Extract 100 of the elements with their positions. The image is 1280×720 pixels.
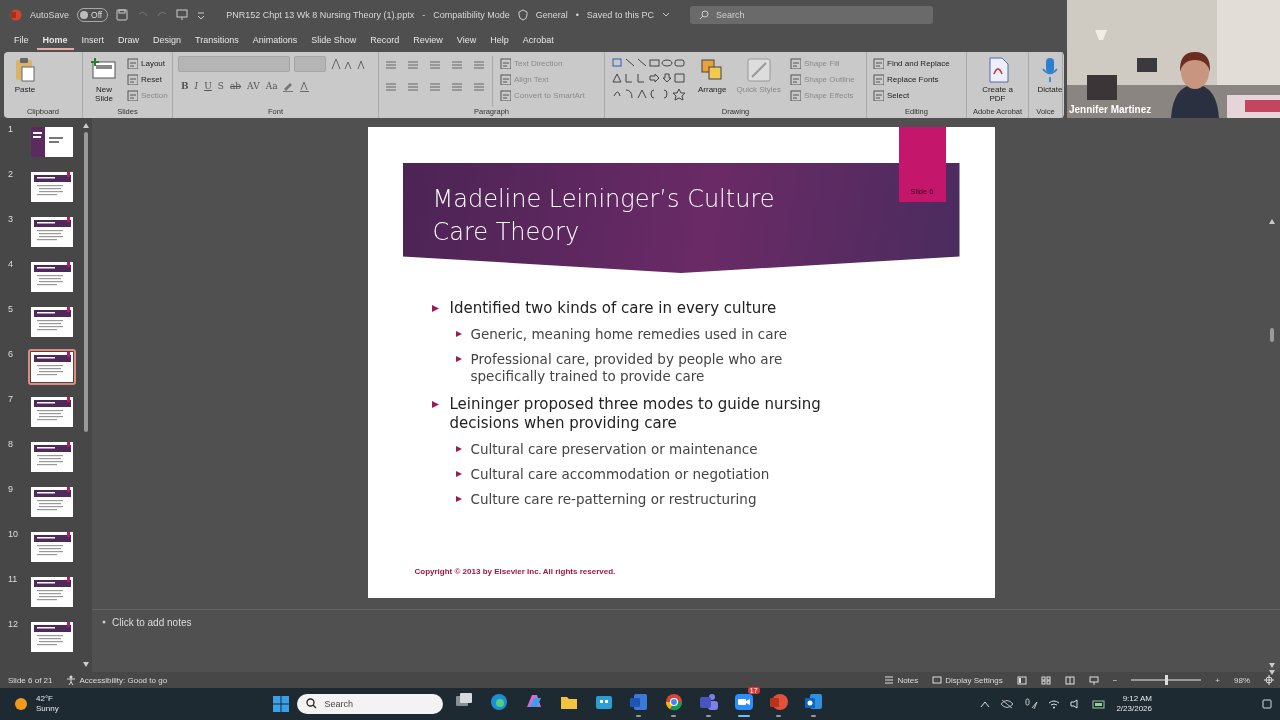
ribbon-button[interactable]: Create a PDF [972,56,1023,107]
menu-tab[interactable]: Home [36,32,74,50]
format-button[interactable]: U [201,81,215,91]
start-icon[interactable] [271,695,290,713]
menu-tab[interactable]: Slide Show [305,32,363,50]
slide-number: 4 [8,259,14,269]
tool-icon [126,73,138,85]
sub-bullet-text: Culture care re-patterning or restructuring [470,491,758,508]
tool-icon [126,57,138,69]
wifi-icon[interactable] [1048,699,1061,709]
sub-bullet-text: Professional care, provided by people who are specifically trained to provide care [470,351,784,385]
app-icon[interactable] [732,691,755,713]
ribbon-button[interactable]: Dictate [1034,56,1066,107]
menu-tab[interactable]: Help [484,32,515,50]
tool-icon [499,57,511,69]
clock-time[interactable]: 9:12 AM [1122,694,1152,704]
bullet-icon [430,304,440,313]
format-button[interactable]: AV [244,81,263,91]
slide-thumbnail[interactable] [28,214,76,250]
zoom-out-button[interactable]: − [1112,675,1118,685]
slide-thumbnail[interactable] [28,394,76,430]
slide-count: Slide 6 of 21 [8,675,53,685]
chevron-up-icon[interactable] [980,700,991,708]
scrollbar[interactable] [83,122,89,668]
slide-thumbnail[interactable] [28,484,76,520]
ribbon-button[interactable]: Select [872,88,950,102]
menu-tab[interactable]: Draw [112,32,146,50]
eye-off-icon[interactable] [1000,699,1015,709]
display-settings-button[interactable]: Display Settings [932,675,1003,685]
ribbon-button[interactable]: Paste [9,56,41,107]
zoom-level[interactable]: 98% [1234,675,1250,685]
zoom-in-button[interactable]: + [1215,675,1220,685]
presenter-icon[interactable] [176,9,189,21]
slide-number: 5 [8,304,14,314]
menu-tab[interactable]: View [450,32,483,50]
menu-tab[interactable]: Design [147,32,188,50]
slide-thumbnail[interactable] [28,619,76,655]
tool-icon [788,89,801,101]
search-field[interactable]: Search [689,6,933,24]
slide-thumbnail[interactable] [28,169,76,205]
bullet-icon [454,330,463,338]
grid-view-icon[interactable] [1040,675,1051,685]
format-button[interactable]: B [178,81,192,91]
customize-icon[interactable] [196,9,207,21]
notification-icon[interactable] [1262,699,1272,709]
bullet-text: Leininger proposed three modes to guide nursing decisions when providing care [449,395,822,433]
sub-bullet-text: Cultural care preservation or maintenance [470,441,759,458]
tool-icon [788,57,801,69]
save-icon[interactable] [116,9,129,21]
menu-tab[interactable]: Review [407,32,449,50]
format-button[interactable]: Aa [262,81,281,91]
book-view-icon[interactable] [1064,675,1075,685]
ribbon-button[interactable]: Reset [126,72,168,86]
menu-tab[interactable]: Transitions [189,32,245,50]
slide-thumbnail[interactable] [28,574,76,610]
temperature: 42°F [36,694,54,704]
slideshow-icon[interactable] [1088,675,1099,685]
ribbon-button[interactable]: Replace Fonts [872,72,950,86]
app-logo-icon [10,9,22,21]
ribbon-button[interactable]: New Slide [88,56,120,107]
font-size-field[interactable] [294,56,326,72]
notes-button[interactable]: Notes [884,675,919,685]
slide-thumbnail[interactable] [28,349,76,385]
menu-tab[interactable]: Animations [246,32,304,50]
sensitivity-label[interactable]: General [535,10,568,20]
ribbon-button[interactable]: Arrange [696,56,729,107]
format-button[interactable]: I [191,81,202,91]
taskbar-search-field[interactable]: Search [296,694,443,714]
fit-slide-icon[interactable] [1264,675,1274,685]
chevron-icon [661,11,670,19]
slide-thumbnail[interactable] [28,124,76,160]
tool-icon [872,73,884,85]
menu-tab[interactable]: Acrobat [516,32,560,50]
menu-tab[interactable]: Insert [75,32,111,50]
normal-view-icon[interactable] [1016,675,1027,685]
menu-tab[interactable]: File [8,32,35,50]
mic-icon[interactable] [1024,698,1039,710]
battery-icon[interactable] [1092,699,1107,709]
format-button[interactable]: ab [226,81,245,91]
notes-field[interactable]: Click to add notes [112,616,192,628]
bullet-icon [454,445,463,453]
slide-number: 9 [8,484,14,494]
accessibility-button[interactable]: Accessibility: Good to go [66,675,168,685]
bullet-icon [454,470,463,478]
slide-thumbnail[interactable] [28,304,76,340]
ribbon-button[interactable]: Layout [126,56,168,70]
slide-number: 8 [8,439,14,449]
save-status[interactable]: Saved to this PC [586,10,654,20]
tool-icon [744,56,773,84]
format-button[interactable]: S [214,81,227,91]
font-name-field[interactable] [178,56,290,72]
clock-date[interactable]: 2/23/2026 [1116,704,1152,714]
slide-thumbnail[interactable] [28,439,76,475]
tool-icon [499,89,511,101]
ribbon-button[interactable]: Find and Replace [872,56,950,70]
zoom-slider-thumb[interactable] [1164,675,1168,685]
slide-thumbnail[interactable] [28,259,76,295]
menu-tab[interactable]: Record [364,32,406,50]
slide-thumbnail[interactable] [28,529,76,565]
bullet-icon [454,495,463,503]
